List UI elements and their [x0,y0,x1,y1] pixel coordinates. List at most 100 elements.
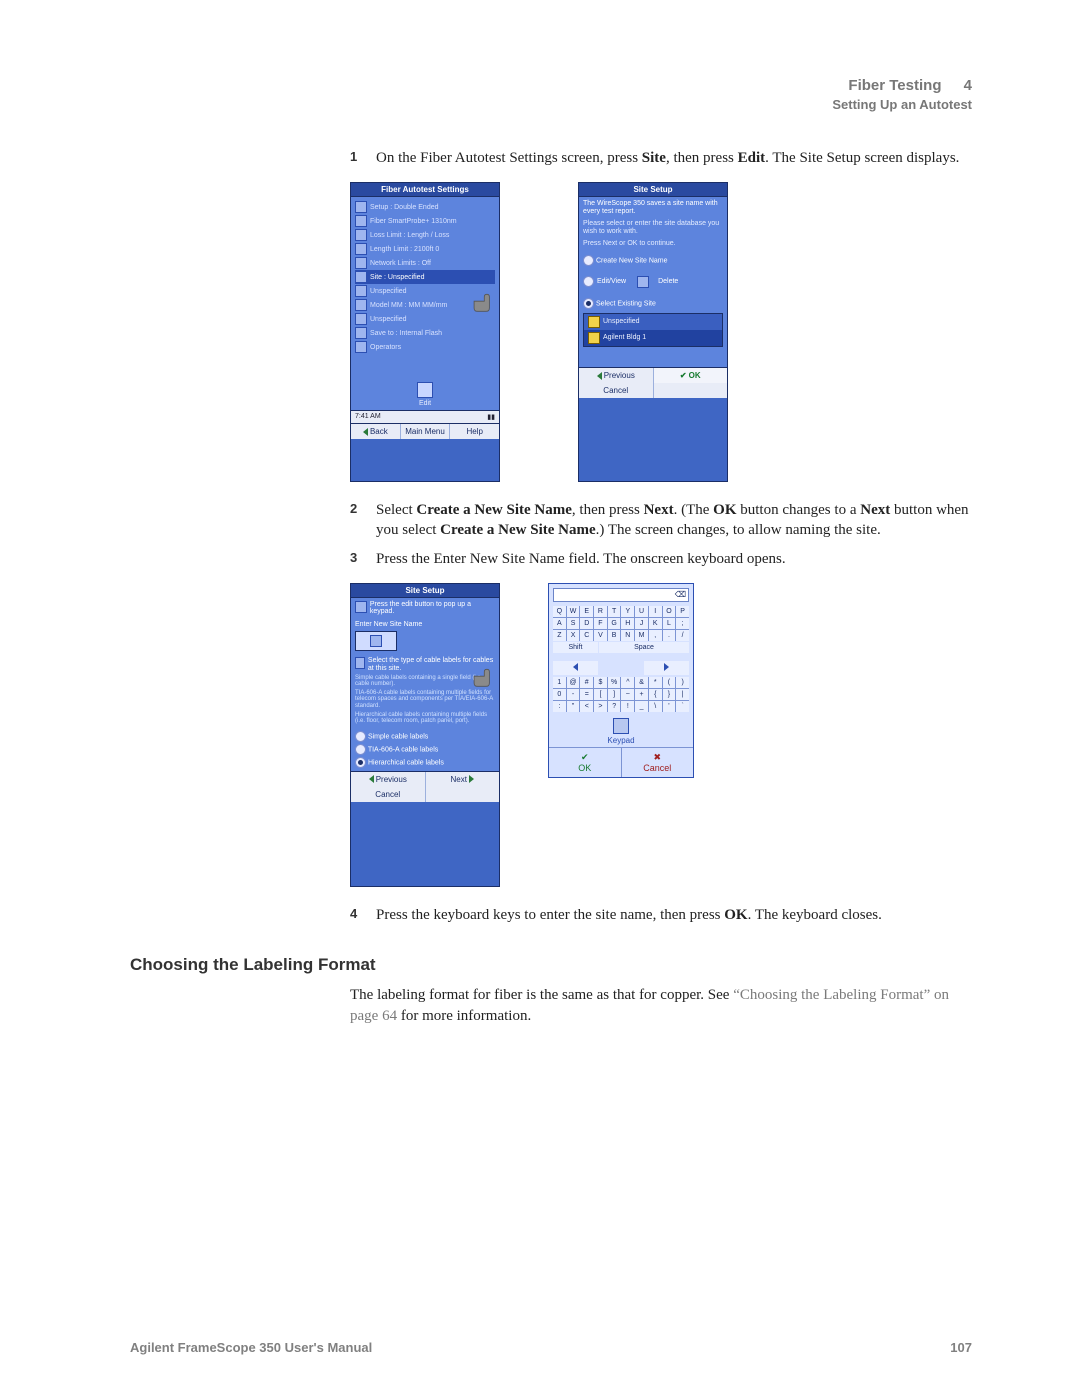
shift-key[interactable]: Shift [553,642,598,653]
ok-button[interactable]: ✔ OK [654,368,728,383]
space-key[interactable]: Space [599,642,689,653]
keyboard-key[interactable]: { [649,689,662,700]
keyboard-key[interactable]: B [608,630,621,641]
keyboard-key[interactable]: 1 [553,677,566,688]
main-menu-button[interactable]: Main Menu [401,424,451,439]
backspace-icon[interactable]: ⌫ [675,590,686,599]
settings-row[interactable]: Unspecified [355,312,495,326]
keyboard-key[interactable]: ' [663,701,676,712]
keyboard-key[interactable]: | [676,689,689,700]
keyboard-key[interactable]: F [594,618,607,629]
keyboard-key[interactable]: Y [621,606,634,617]
keyboard-key[interactable]: G [608,618,621,629]
keyboard-key[interactable]: L [663,618,676,629]
help-button[interactable]: Help [450,424,499,439]
keypad-icon[interactable] [613,718,629,734]
next-button[interactable]: Next [426,772,500,787]
keyboard-key[interactable]: Q [553,606,566,617]
keyboard-key[interactable]: R [594,606,607,617]
keyboard-key[interactable]: E [580,606,593,617]
settings-row[interactable]: Loss Limit : Length / Loss [355,228,495,242]
edit-label[interactable]: Edit [355,400,495,407]
back-button[interactable]: Back [351,424,401,439]
settings-row[interactable]: Length Limit : 2100ft 0 [355,242,495,256]
keyboard-key[interactable]: S [567,618,580,629]
delete-button[interactable]: Delete [658,278,678,285]
site-list[interactable]: Unspecified Agilent Bldg 1 [583,313,723,347]
keyboard-key[interactable]: N [621,630,634,641]
keyboard-key[interactable]: : [553,701,566,712]
settings-row[interactable]: Unspecified [355,284,495,298]
keyboard-input-field[interactable]: ⌫ [553,588,689,602]
nav-left-key[interactable] [553,661,598,675]
edit-icon[interactable] [417,382,433,398]
keyboard-key[interactable]: % [608,677,621,688]
settings-row[interactable]: Model MM : MM MM/mm [355,298,495,312]
keyboard-key[interactable]: ! [621,701,634,712]
keyboard-key[interactable]: W [567,606,580,617]
keyboard-key[interactable]: * [649,677,662,688]
keyboard-key[interactable]: 0 [553,689,566,700]
keyboard-key[interactable]: . [663,630,676,641]
keyboard-key[interactable]: ( [663,677,676,688]
keyboard-key[interactable]: = [580,689,593,700]
keyboard-key[interactable]: T [608,606,621,617]
keyboard-key[interactable]: H [621,618,634,629]
keyboard-key[interactable]: ) [676,677,689,688]
keyboard-key[interactable]: ~ [621,689,634,700]
keyboard-key[interactable]: ` [676,701,689,712]
simple-labels-radio[interactable] [355,731,366,742]
keyboard-key[interactable]: _ [635,701,648,712]
keyboard-ok-button[interactable]: ✔OK [549,748,622,777]
keyboard-key[interactable]: V [594,630,607,641]
keyboard-key[interactable]: - [567,689,580,700]
previous-button[interactable]: Previous [579,368,654,383]
settings-row[interactable]: Fiber SmartProbe+ 1310nm [355,214,495,228]
keyboard-key[interactable]: M [635,630,648,641]
keyboard-key[interactable]: D [580,618,593,629]
keyboard-key[interactable]: > [594,701,607,712]
keyboard-key[interactable]: + [635,689,648,700]
keyboard-key[interactable]: < [580,701,593,712]
settings-row[interactable]: Network Limits : Off [355,256,495,270]
keyboard-key[interactable]: C [580,630,593,641]
keyboard-key[interactable]: [ [594,689,607,700]
settings-row[interactable]: Operators [355,340,495,354]
keyboard-key[interactable]: $ [594,677,607,688]
create-new-site-radio[interactable] [583,255,594,266]
keyboard-key[interactable]: # [580,677,593,688]
keyboard-key[interactable]: A [553,618,566,629]
keyboard-key[interactable]: ] [608,689,621,700]
keyboard-key[interactable]: " [567,701,580,712]
keyboard-key[interactable]: } [663,689,676,700]
select-existing-radio[interactable] [583,298,594,309]
keyboard-key[interactable]: O [663,606,676,617]
previous-button[interactable]: Previous [351,772,426,787]
cancel-button[interactable]: Cancel [351,787,426,802]
nav-right-key[interactable] [644,661,689,675]
keyboard-key[interactable]: U [635,606,648,617]
keyboard-key[interactable]: / [676,630,689,641]
keyboard-key[interactable]: P [676,606,689,617]
keyboard-key[interactable]: K [649,618,662,629]
keyboard-key[interactable]: @ [567,677,580,688]
edit-icon[interactable] [637,276,649,288]
keyboard-key[interactable]: X [567,630,580,641]
keyboard-key[interactable]: ; [676,618,689,629]
keyboard-key[interactable]: \ [649,701,662,712]
keyboard-cancel-button[interactable]: ✖Cancel [622,748,694,777]
keyboard-key[interactable]: & [635,677,648,688]
keyboard-key[interactable]: ^ [621,677,634,688]
keyboard-key[interactable]: ? [608,701,621,712]
settings-row[interactable]: Setup : Double Ended [355,200,495,214]
settings-row[interactable]: Site : Unspecified [355,270,495,284]
keyboard-key[interactable]: J [635,618,648,629]
enter-site-name-field[interactable] [355,631,397,651]
tia606a-labels-radio[interactable] [355,744,366,755]
edit-view-radio[interactable] [583,276,594,287]
settings-row[interactable]: Save to : Internal Flash [355,326,495,340]
cancel-button[interactable]: Cancel [579,383,654,398]
keyboard-key[interactable]: , [649,630,662,641]
keyboard-key[interactable]: Z [553,630,566,641]
keyboard-key[interactable]: I [649,606,662,617]
